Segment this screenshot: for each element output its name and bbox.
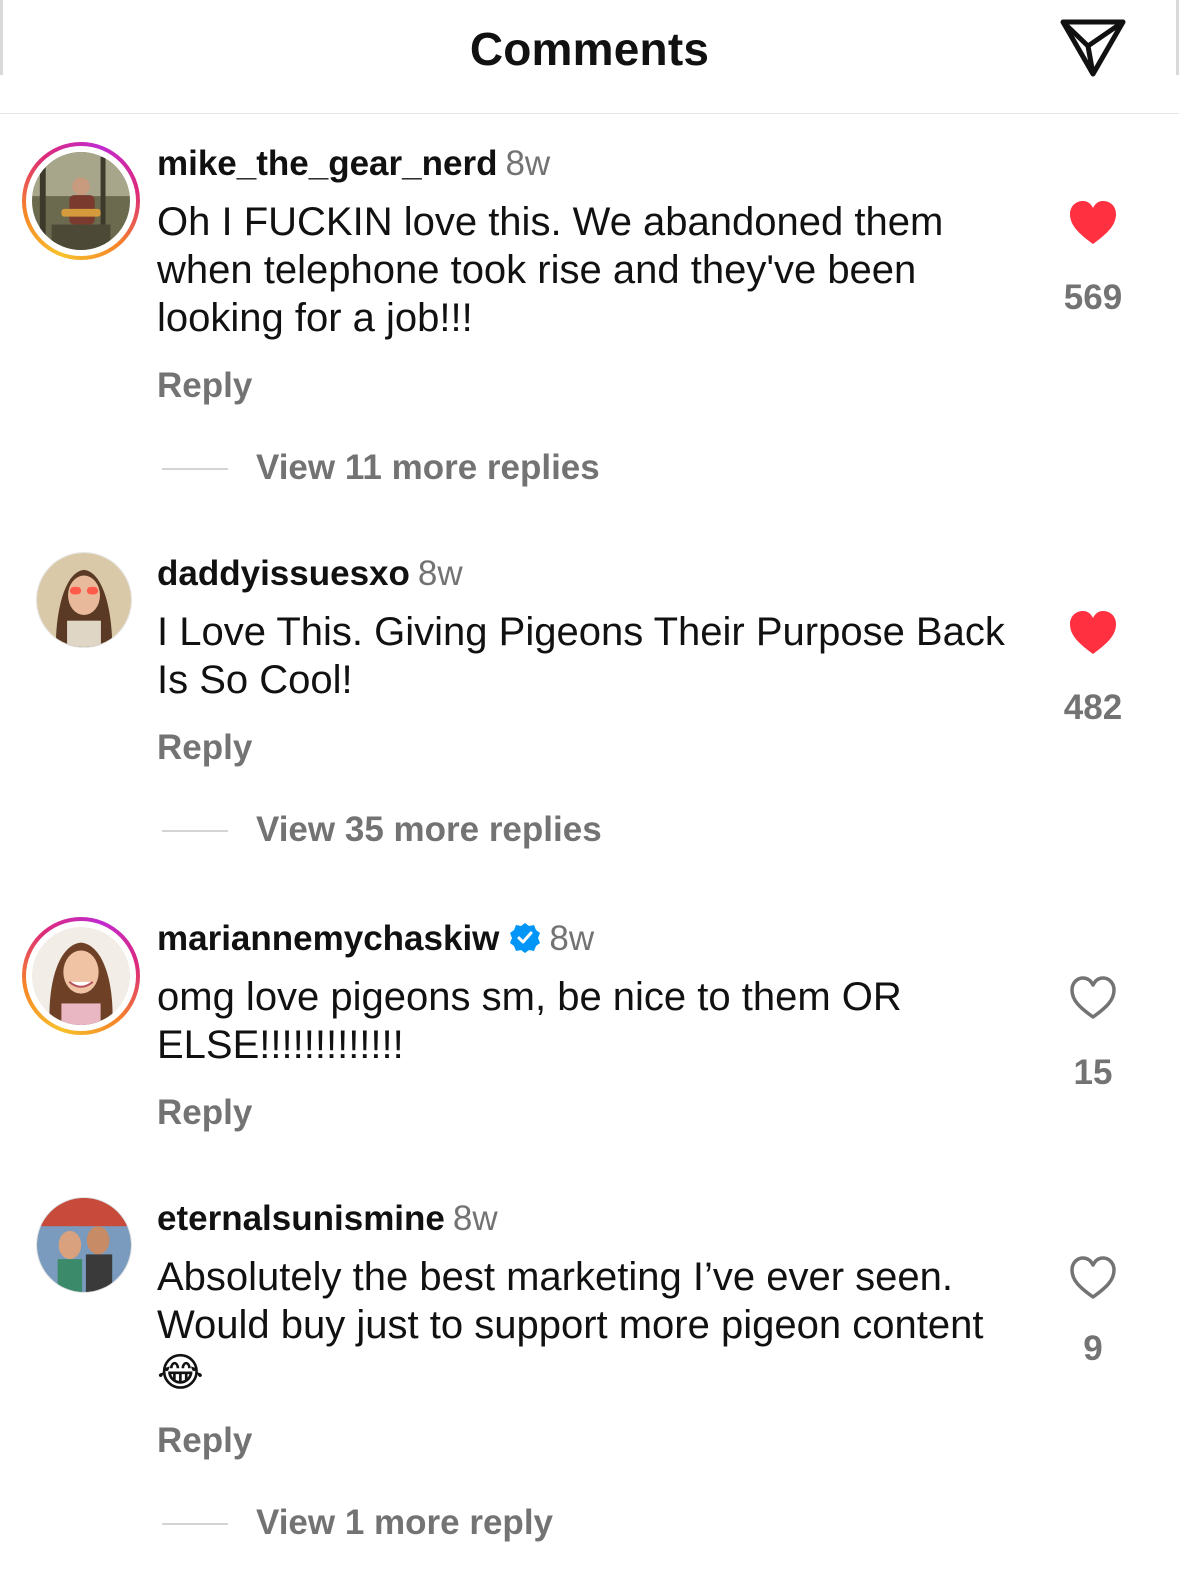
username[interactable]: daddyissuesxo (157, 554, 410, 593)
send-icon (1060, 19, 1126, 77)
share-button[interactable] (1057, 16, 1129, 78)
verified-badge-icon (510, 923, 541, 953)
replies-divider (162, 830, 228, 832)
avatar-image (32, 152, 130, 250)
comments-header: Comments (0, 0, 1179, 114)
avatar[interactable] (36, 1197, 132, 1293)
avatar[interactable] (22, 917, 140, 1035)
comment-text-content: Absolutely the best marketing I’ve ever … (157, 1255, 984, 1347)
like-control: 9 (1058, 1255, 1128, 1369)
comment-text: Absolutely the best marketing I’ve ever … (157, 1253, 1037, 1397)
comment-meta: eternalsunismine 8w (157, 1199, 498, 1239)
comment-meta: mariannemychaskiw 8w (157, 919, 594, 959)
comment-item: daddyissuesxo 8w I Love This. Giving Pige… (0, 550, 1179, 870)
timestamp: 8w (452, 1199, 498, 1238)
avatar[interactable] (36, 552, 132, 648)
avatar[interactable] (22, 142, 140, 260)
comments-sheet: Comments mike_the_gear_nerd 8w Oh I FUCK… (0, 0, 1179, 1570)
replies-divider (162, 468, 228, 470)
comment-text: I Love This. Giving Pigeons Their Purpos… (157, 610, 1005, 702)
page-title: Comments (469, 23, 710, 75)
comment-item: mike_the_gear_nerd 8w Oh I FUCKIN love th… (0, 140, 1179, 500)
comment-meta: mike_the_gear_nerd 8w (157, 144, 550, 184)
like-control: 569 (1058, 200, 1128, 318)
laughing-emoji: 😂 (157, 1351, 204, 1395)
comment-item: mariannemychaskiw 8w omg love pigeons sm… (0, 915, 1179, 1155)
comment-item: eternalsunismine 8w Absolutely the best m… (0, 1195, 1179, 1570)
replies-divider (162, 1523, 228, 1525)
username[interactable]: mike_the_gear_nerd (157, 144, 497, 183)
timestamp: 8w (505, 144, 551, 183)
like-control: 15 (1058, 975, 1128, 1093)
reply-button[interactable]: Reply (157, 728, 252, 768)
heart-filled-icon[interactable] (1068, 610, 1118, 656)
like-count: 9 (1083, 1329, 1103, 1368)
heart-outline-icon[interactable] (1068, 1255, 1118, 1301)
comment-text: omg love pigeons sm, be nice to them OR … (157, 975, 902, 1067)
username[interactable]: eternalsunismine (157, 1199, 445, 1238)
view-replies-label: View 1 more reply (256, 1503, 554, 1542)
comment-meta: daddyissuesxo 8w (157, 554, 463, 594)
like-count: 569 (1063, 278, 1123, 317)
username[interactable]: mariannemychaskiw (157, 919, 499, 958)
comment-text: Oh I FUCKIN love this. We abandoned them… (157, 200, 944, 340)
reply-button[interactable]: Reply (157, 1421, 252, 1461)
like-count: 15 (1073, 1053, 1113, 1092)
view-replies-label: View 11 more replies (256, 448, 600, 487)
avatar-image (37, 553, 131, 647)
avatar-image (32, 927, 130, 1025)
avatar-image (37, 1198, 131, 1292)
like-count: 482 (1063, 688, 1123, 727)
timestamp: 8w (417, 554, 463, 593)
reply-button[interactable]: Reply (157, 1093, 252, 1133)
reply-button[interactable]: Reply (157, 366, 252, 406)
view-replies-label: View 35 more replies (256, 810, 602, 849)
like-control: 482 (1058, 610, 1128, 728)
heart-filled-icon[interactable] (1068, 200, 1118, 246)
heart-outline-icon[interactable] (1068, 975, 1118, 1021)
timestamp: 8w (549, 919, 595, 958)
